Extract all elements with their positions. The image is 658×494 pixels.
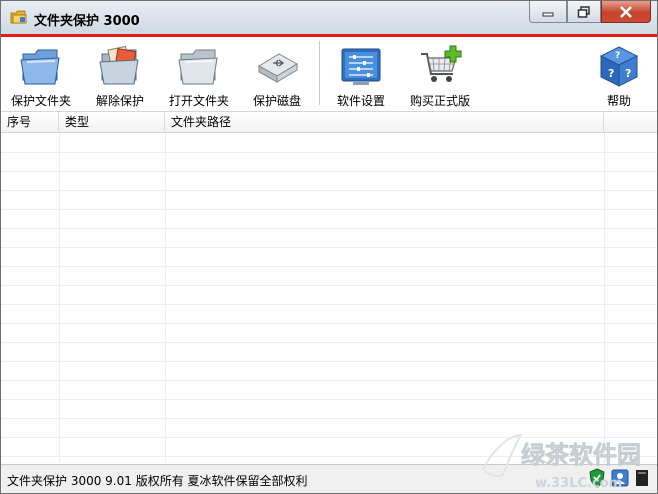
folder-protect-icon	[20, 49, 60, 84]
help-cube-icon: ? ? ?	[599, 45, 639, 87]
column-header-type[interactable]: 类型	[59, 112, 165, 132]
protect-disk-button[interactable]: 保护磁盘	[245, 37, 309, 109]
grid-row-line	[1, 171, 657, 172]
grid-row-line	[1, 342, 657, 343]
protect-folder-label: 保护文件夹	[10, 94, 71, 108]
minimize-button[interactable]	[529, 1, 567, 23]
column-header-index[interactable]: 序号	[1, 112, 59, 132]
grid-row-line	[1, 228, 657, 229]
buy-label: 购买正式版	[409, 94, 470, 108]
minimize-icon	[542, 12, 554, 16]
app-window: 文件夹保护 3000 保护文件夹 解除保护 打开文件夹 保护磁盘 软件设置 购买…	[0, 0, 658, 494]
grid-row-line	[1, 152, 657, 153]
usb-disk-icon	[258, 52, 298, 83]
grid-row-line	[1, 399, 657, 400]
open-folder-button[interactable]: 打开文件夹	[167, 37, 231, 109]
folder-unprotect-icon	[99, 45, 139, 84]
grid-row-line	[1, 190, 657, 191]
protect-folder-button[interactable]: 保护文件夹	[9, 37, 73, 109]
unprotect-label: 解除保护	[95, 94, 144, 108]
restore-button[interactable]	[567, 1, 601, 23]
grid-row-line	[1, 418, 657, 419]
unprotect-button[interactable]: 解除保护	[88, 37, 152, 109]
table-header: 序号 类型 文件夹路径	[1, 111, 657, 133]
help-button[interactable]: ? ? ? 帮助	[591, 37, 647, 109]
toolbar-separator	[319, 41, 320, 105]
status-text: 文件夹保护 3000 9.01 版权所有 夏冰软件保留全部权利	[7, 474, 308, 488]
app-folder-icon	[10, 10, 27, 24]
grid-row-line	[1, 304, 657, 305]
grid-row-line	[1, 285, 657, 286]
settings-panel-icon	[341, 48, 381, 85]
grid-column-line	[604, 133, 605, 463]
grid-column-line	[165, 133, 166, 463]
shopping-cart-icon	[421, 45, 462, 82]
buy-button[interactable]: 购买正式版	[406, 37, 474, 109]
svg-text:?: ?	[615, 51, 620, 61]
help-label: 帮助	[606, 94, 631, 108]
window-title: 文件夹保护 3000	[34, 14, 140, 29]
grid-row-line	[1, 247, 657, 248]
close-button[interactable]	[601, 1, 651, 23]
watermark-url: w.33LC.com	[535, 476, 622, 491]
grid-row-line	[1, 380, 657, 381]
toolbar: 保护文件夹 解除保护 打开文件夹 保护磁盘 软件设置 购买正式版 ? ? ? 帮…	[1, 37, 657, 111]
grid-row-line	[1, 266, 657, 267]
restore-icon	[577, 5, 590, 18]
open-folder-label: 打开文件夹	[168, 94, 229, 108]
grid-row-line	[1, 361, 657, 362]
svg-text:?: ?	[608, 67, 614, 80]
settings-label: 软件设置	[336, 94, 385, 108]
grid-column-line	[59, 133, 60, 463]
settings-button[interactable]: 软件设置	[329, 37, 393, 109]
grid-row-line	[1, 323, 657, 324]
folder-list[interactable]	[1, 133, 657, 463]
column-header-path[interactable]: 文件夹路径	[165, 112, 604, 132]
title-bar[interactable]: 文件夹保护 3000	[1, 1, 657, 34]
watermark-logo: 绿茶软件园 w.33LC.com	[481, 433, 641, 491]
grid-row-line	[1, 209, 657, 210]
close-icon	[620, 5, 632, 18]
folder-open-icon	[178, 49, 218, 84]
window-controls	[529, 1, 651, 23]
watermark-text: 绿茶软件园	[521, 441, 641, 469]
protect-disk-label: 保护磁盘	[252, 94, 301, 108]
svg-text:?: ?	[625, 67, 631, 80]
